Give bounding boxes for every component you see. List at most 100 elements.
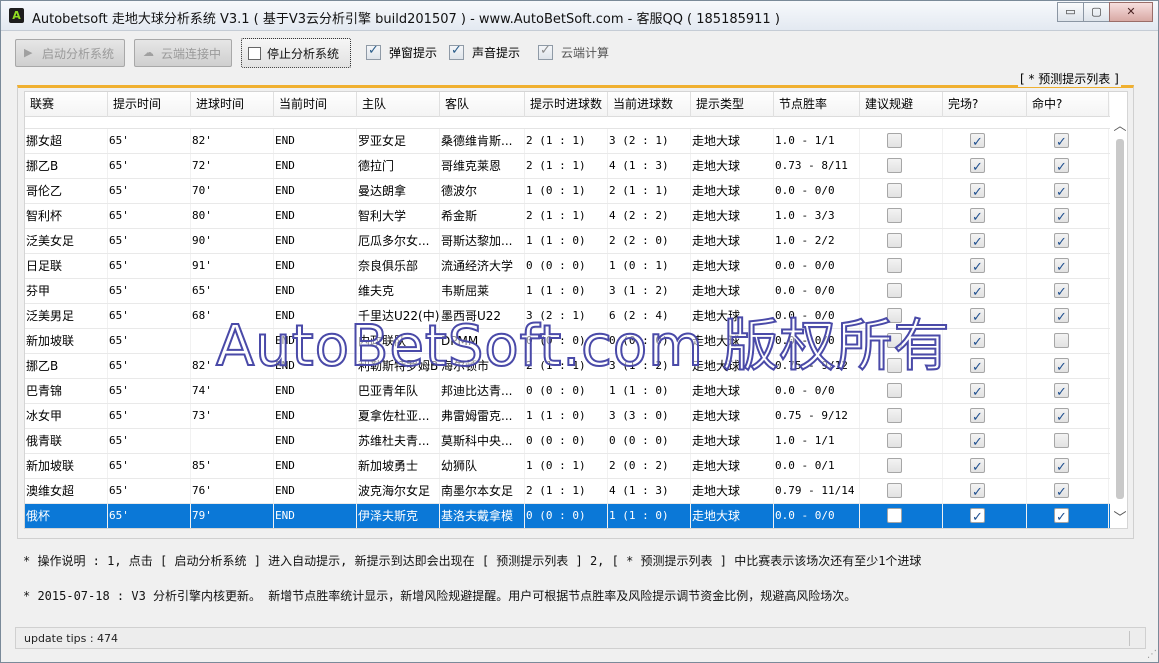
scrollbar-thumb[interactable] xyxy=(1116,139,1124,499)
cell-hit[interactable] xyxy=(1027,204,1109,228)
cell-finished[interactable] xyxy=(943,304,1027,328)
cell-avoid[interactable] xyxy=(860,229,943,253)
checkbox-checked-icon[interactable] xyxy=(1054,281,1069,303)
checkbox-empty-icon[interactable] xyxy=(887,208,902,223)
cell-hit[interactable] xyxy=(1027,254,1109,278)
sound-alert-checkbox[interactable]: 声音提示 xyxy=(449,43,520,61)
checkbox-checked-icon[interactable] xyxy=(1054,381,1069,403)
checkbox-checked-icon[interactable] xyxy=(1054,506,1069,528)
cell-hit[interactable] xyxy=(1027,129,1109,153)
table-row[interactable]: 智利杯 65' 80' END 智利大学 希金斯 2 (1 : 1) 4 (2 : 2) 走地大… xyxy=(25,204,1110,229)
resize-grip-icon[interactable]: ⋰ xyxy=(1147,649,1157,660)
maximize-button[interactable]: ▢ xyxy=(1083,2,1110,22)
title-bar[interactable]: A Autobetsoft 走地大球分析系统 V3.1 ( 基于V3云分析引擎 … xyxy=(1,1,1158,31)
header-col-goal-time[interactable]: 进球时间 xyxy=(191,92,274,117)
cell-finished[interactable] xyxy=(943,254,1027,278)
start-analysis-button[interactable]: ▶ 启动分析系统 xyxy=(15,39,125,67)
checkbox-empty-icon[interactable] xyxy=(887,458,902,473)
checkbox-empty-icon[interactable] xyxy=(887,308,902,323)
table-row[interactable]: 哥伦乙 65' 70' END 曼达朗拿 德波尔 1 (0 : 1) 2 (1 : 1) 走地大… xyxy=(25,179,1110,204)
table-row[interactable]: 冰女甲 65' 73' END 夏拿佐杜亚... 弗雷姆雷克... 1 (1 : 0) 3 (… xyxy=(25,404,1110,429)
checkbox-empty-icon[interactable] xyxy=(887,283,902,298)
checkbox-empty-icon[interactable] xyxy=(887,383,902,398)
cell-finished[interactable] xyxy=(943,229,1027,253)
vertical-scrollbar[interactable]: ︿ ﹀ xyxy=(1112,119,1127,527)
table-row[interactable]: 泛美男足 65' 68' END 千里达U22(中) 墨西哥U22 3 (2 : 1) 6 (… xyxy=(25,304,1110,329)
checkbox-checked-icon[interactable] xyxy=(1054,131,1069,153)
checkbox-empty-icon[interactable] xyxy=(887,483,902,498)
checkbox-checked-icon[interactable] xyxy=(970,481,985,503)
cell-hit[interactable] xyxy=(1027,154,1109,178)
checkbox-checked-icon[interactable] xyxy=(1054,406,1069,428)
checkbox-empty-icon[interactable] xyxy=(1054,433,1069,448)
cell-finished[interactable] xyxy=(943,454,1027,478)
header-col-home[interactable]: 主队 xyxy=(357,92,440,117)
checkbox-checked-icon[interactable] xyxy=(1054,481,1069,503)
checkbox-empty-icon[interactable] xyxy=(887,233,902,248)
checkbox-checked-icon[interactable] xyxy=(1054,256,1069,278)
checkbox-empty-icon[interactable] xyxy=(887,133,902,148)
checkbox-empty-icon[interactable] xyxy=(887,358,902,373)
checkbox-checked-icon[interactable] xyxy=(970,431,985,453)
checkbox-empty-icon[interactable] xyxy=(887,258,902,273)
checkbox-checked-icon[interactable] xyxy=(1054,156,1069,178)
cloud-connect-button[interactable]: ☁ 云端连接中 xyxy=(134,39,232,67)
checkbox-checked-icon[interactable] xyxy=(970,131,985,153)
checkbox-checked-icon[interactable] xyxy=(1054,306,1069,328)
cell-finished[interactable] xyxy=(943,479,1027,503)
header-col-finished[interactable]: 完场? xyxy=(943,92,1027,117)
cell-finished[interactable] xyxy=(943,404,1027,428)
table-row[interactable]: 新加坡联 65' END 内政联队 DPMM 0 (0 : 0) 0 (0 : 0) 走地大球… xyxy=(25,329,1110,354)
cell-finished[interactable] xyxy=(943,504,1027,528)
cell-avoid[interactable] xyxy=(860,204,943,228)
checkbox-checked-icon[interactable] xyxy=(970,206,985,228)
checkbox-empty-icon[interactable] xyxy=(887,333,902,348)
checkbox-empty-icon[interactable] xyxy=(1054,333,1069,348)
cell-finished[interactable] xyxy=(943,279,1027,303)
cell-avoid[interactable] xyxy=(860,129,943,153)
checkbox-checked-icon[interactable] xyxy=(1054,456,1069,478)
checkbox-checked-icon[interactable] xyxy=(970,456,985,478)
checkbox-empty-icon[interactable] xyxy=(887,408,902,423)
header-col-tip-time[interactable]: 提示时间 xyxy=(108,92,191,117)
table-row[interactable]: 日足联 65' 91' END 奈良俱乐部 流通经济大学 0 (0 : 0) 1 (0 : 1… xyxy=(25,254,1110,279)
checkbox-checked-icon[interactable] xyxy=(970,306,985,328)
table-row[interactable]: 巴青锦 65' 74' END 巴亚青年队 邦迪比达青... 0 (0 : 0) 1 (1 :… xyxy=(25,379,1110,404)
checkbox-checked-icon[interactable] xyxy=(1054,231,1069,253)
checkbox-checked-icon[interactable] xyxy=(970,381,985,403)
cell-avoid[interactable] xyxy=(860,404,943,428)
table-row[interactable]: 俄青联 65' END 苏维杜夫青... 莫斯科中央... 0 (0 : 0) 0 (0 :… xyxy=(25,429,1110,454)
header-col-current-time[interactable]: 当前时间 xyxy=(274,92,357,117)
checkbox-empty-icon[interactable] xyxy=(887,433,902,448)
cell-finished[interactable] xyxy=(943,429,1027,453)
table-row[interactable]: 新加坡联 65' 85' END 新加坡勇士 幼狮队 1 (0 : 1) 2 (0 : 2) 走… xyxy=(25,454,1110,479)
cell-avoid[interactable] xyxy=(860,429,943,453)
checkbox-checked-icon[interactable] xyxy=(1054,206,1069,228)
cell-hit[interactable] xyxy=(1027,179,1109,203)
table-row[interactable]: 挪乙B 65' 72' END 德拉门 哥维克莱恩 2 (1 : 1) 4 (1 : 3) 走地… xyxy=(25,154,1110,179)
cell-avoid[interactable] xyxy=(860,479,943,503)
checkbox-checked-icon[interactable] xyxy=(970,281,985,303)
header-col-league[interactable]: 联赛 xyxy=(25,92,108,117)
cell-finished[interactable] xyxy=(943,379,1027,403)
cell-avoid[interactable] xyxy=(860,304,943,328)
cell-avoid[interactable] xyxy=(860,379,943,403)
checkbox-checked-icon[interactable] xyxy=(1054,356,1069,378)
cell-hit[interactable] xyxy=(1027,404,1109,428)
header-col-tip-type[interactable]: 提示类型 xyxy=(691,92,774,117)
popup-alert-checkbox[interactable]: 弹窗提示 xyxy=(366,43,437,61)
table-row[interactable]: 泛美女足 65' 90' END 厄瓜多尔女... 哥斯达黎加... 1 (1 : 0) 2 … xyxy=(25,229,1110,254)
cell-avoid[interactable] xyxy=(860,504,943,528)
checkbox-empty-icon[interactable] xyxy=(887,158,902,173)
cell-hit[interactable] xyxy=(1027,454,1109,478)
checkbox-checked-icon[interactable] xyxy=(970,231,985,253)
checkbox-checked-icon[interactable] xyxy=(970,156,985,178)
checkbox-checked-icon[interactable] xyxy=(970,331,985,353)
cell-hit[interactable] xyxy=(1027,354,1109,378)
scroll-down-icon[interactable]: ﹀ xyxy=(1112,511,1127,527)
cell-finished[interactable] xyxy=(943,154,1027,178)
cell-hit[interactable] xyxy=(1027,229,1109,253)
cell-hit[interactable] xyxy=(1027,479,1109,503)
cell-hit[interactable] xyxy=(1027,429,1109,453)
cell-avoid[interactable] xyxy=(860,354,943,378)
